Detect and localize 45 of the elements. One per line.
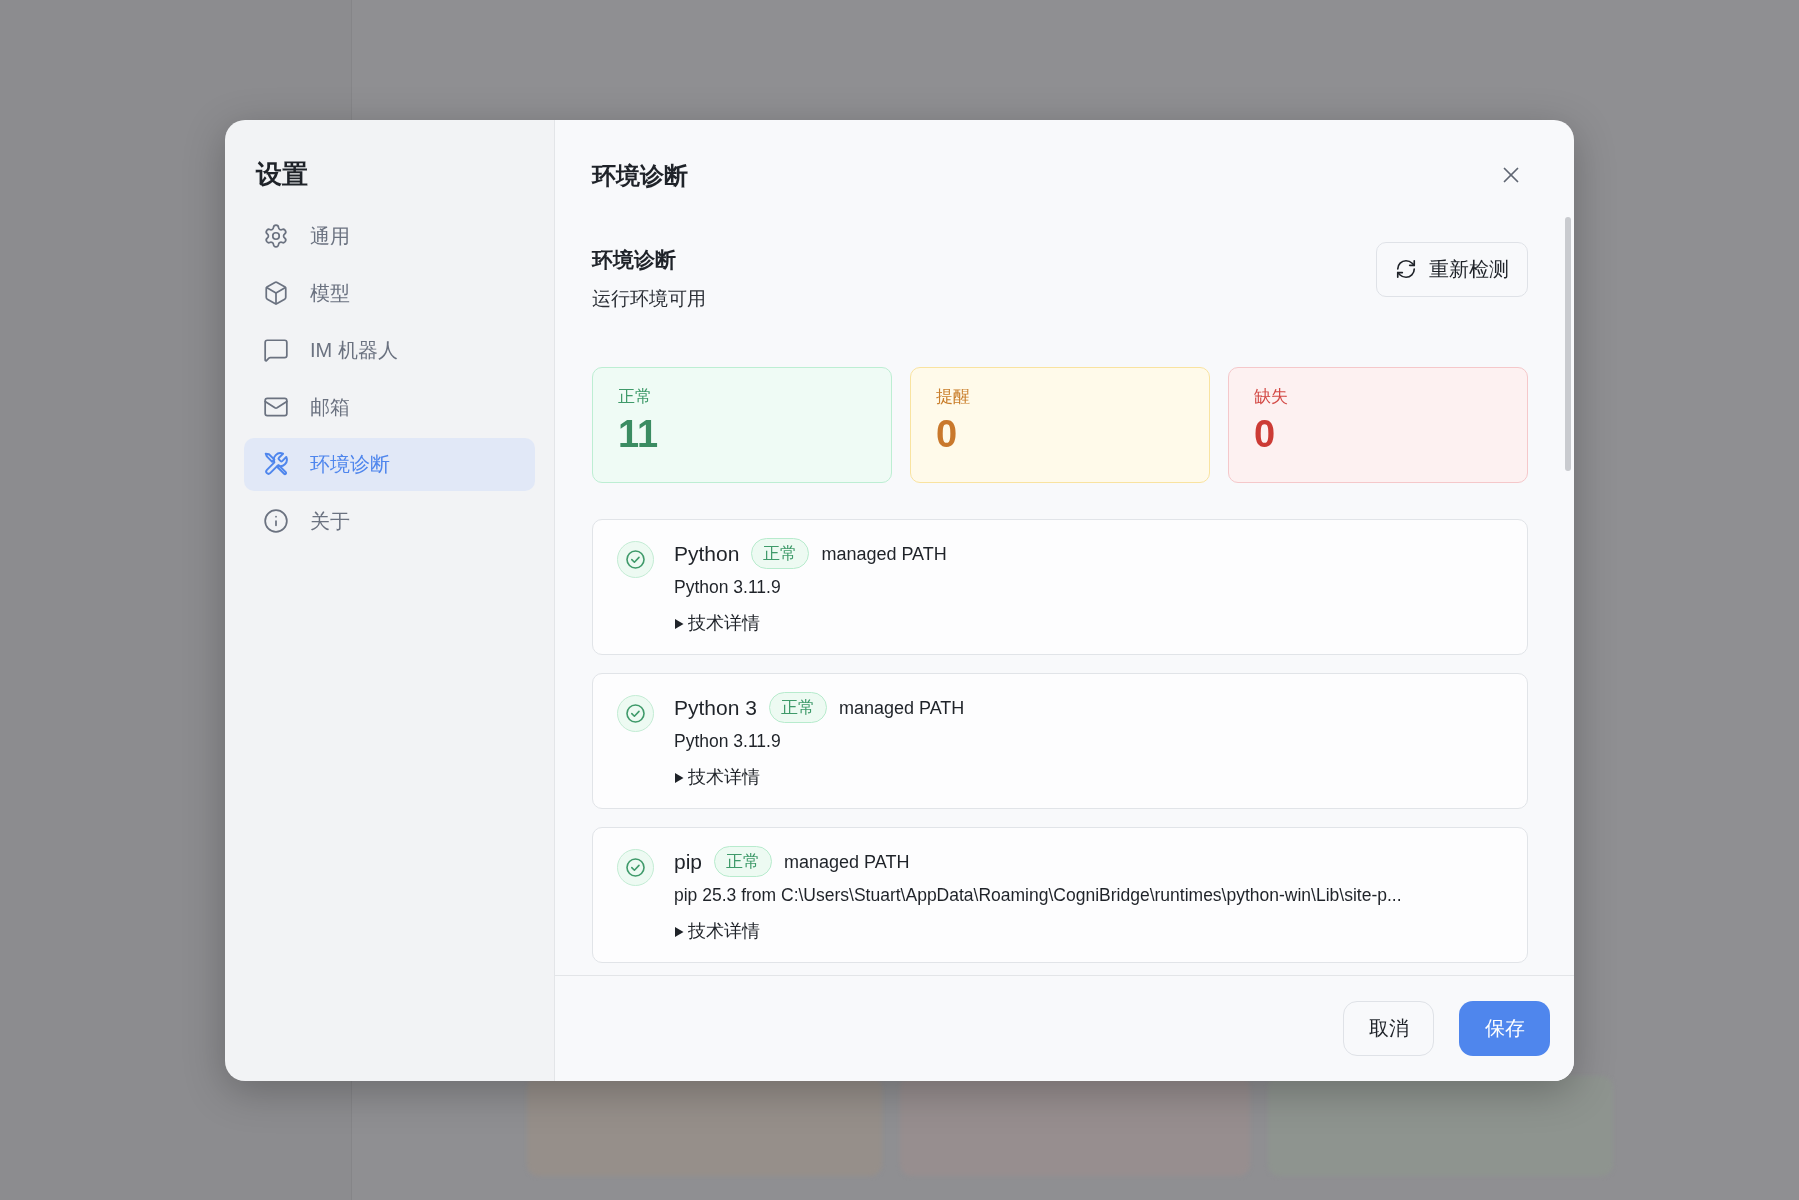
stat-label: 提醒 [936, 385, 971, 408]
envelope-icon [263, 394, 289, 420]
status-badge: 正常 [768, 692, 827, 723]
sidebar-item[interactable]: 通用 [244, 209, 535, 263]
detail-text: Python 3.11.9 [674, 575, 782, 599]
stat-value: 11 [618, 411, 660, 456]
speech-bubble-icon [263, 337, 289, 363]
recheck-button[interactable]: 重新检测 [1376, 241, 1528, 297]
section-title: 环境诊断 [592, 246, 677, 273]
refresh-icon [1395, 258, 1417, 280]
sidebar-item[interactable]: 邮箱 [244, 380, 535, 434]
sidebar-item[interactable]: 模型 [244, 266, 535, 320]
stat-label: 正常 [618, 385, 653, 408]
status-badge: 正常 [714, 846, 773, 877]
detail-text: pip 25.3 from C:\Users\Stuart\AppData\Roaming\CogniBridge\runtimes\python-win\Lib\site-p... [674, 883, 1402, 907]
stat-value: 0 [1254, 411, 1277, 456]
section-subtitle: 运行环境可用 [592, 286, 706, 311]
wrench-screwdriver-icon [263, 451, 289, 477]
details-toggle[interactable]: 技术详情 [674, 763, 760, 792]
sidebar-item[interactable]: 关于 [244, 494, 535, 548]
panel-title: 环境诊断 [592, 160, 688, 191]
check-name: Python [674, 540, 740, 567]
check-name: pip [674, 848, 703, 875]
scrollbar-thumb[interactable] [1565, 216, 1571, 471]
stat-label: 缺失 [1254, 385, 1289, 408]
save-button[interactable]: 保存 [1459, 1000, 1550, 1056]
sidebar-title: 设置 [254, 157, 309, 190]
info-icon [263, 508, 289, 534]
check-circle-icon [617, 848, 654, 886]
source-label: managed PATH [838, 696, 965, 720]
check-circle-icon [617, 540, 654, 578]
detail-text: Python 3.11.9 [674, 729, 782, 753]
check-circle-icon [617, 694, 654, 732]
status-badge: 正常 [751, 538, 810, 569]
cube-icon [263, 280, 289, 306]
source-label: managed PATH [784, 850, 910, 874]
sidebar-item[interactable]: 环境诊断 [244, 437, 535, 491]
stat-value: 0 [936, 411, 959, 456]
cancel-button[interactable]: 取消 [1343, 1000, 1434, 1056]
source-label: managed PATH [821, 542, 947, 566]
sidebar-item[interactable]: IM 机器人 [244, 323, 535, 377]
check-name: Python 3 [674, 694, 757, 721]
details-toggle[interactable]: 技术详情 [674, 609, 760, 638]
gear-icon [263, 223, 289, 249]
details-toggle[interactable]: 技术详情 [674, 917, 760, 946]
